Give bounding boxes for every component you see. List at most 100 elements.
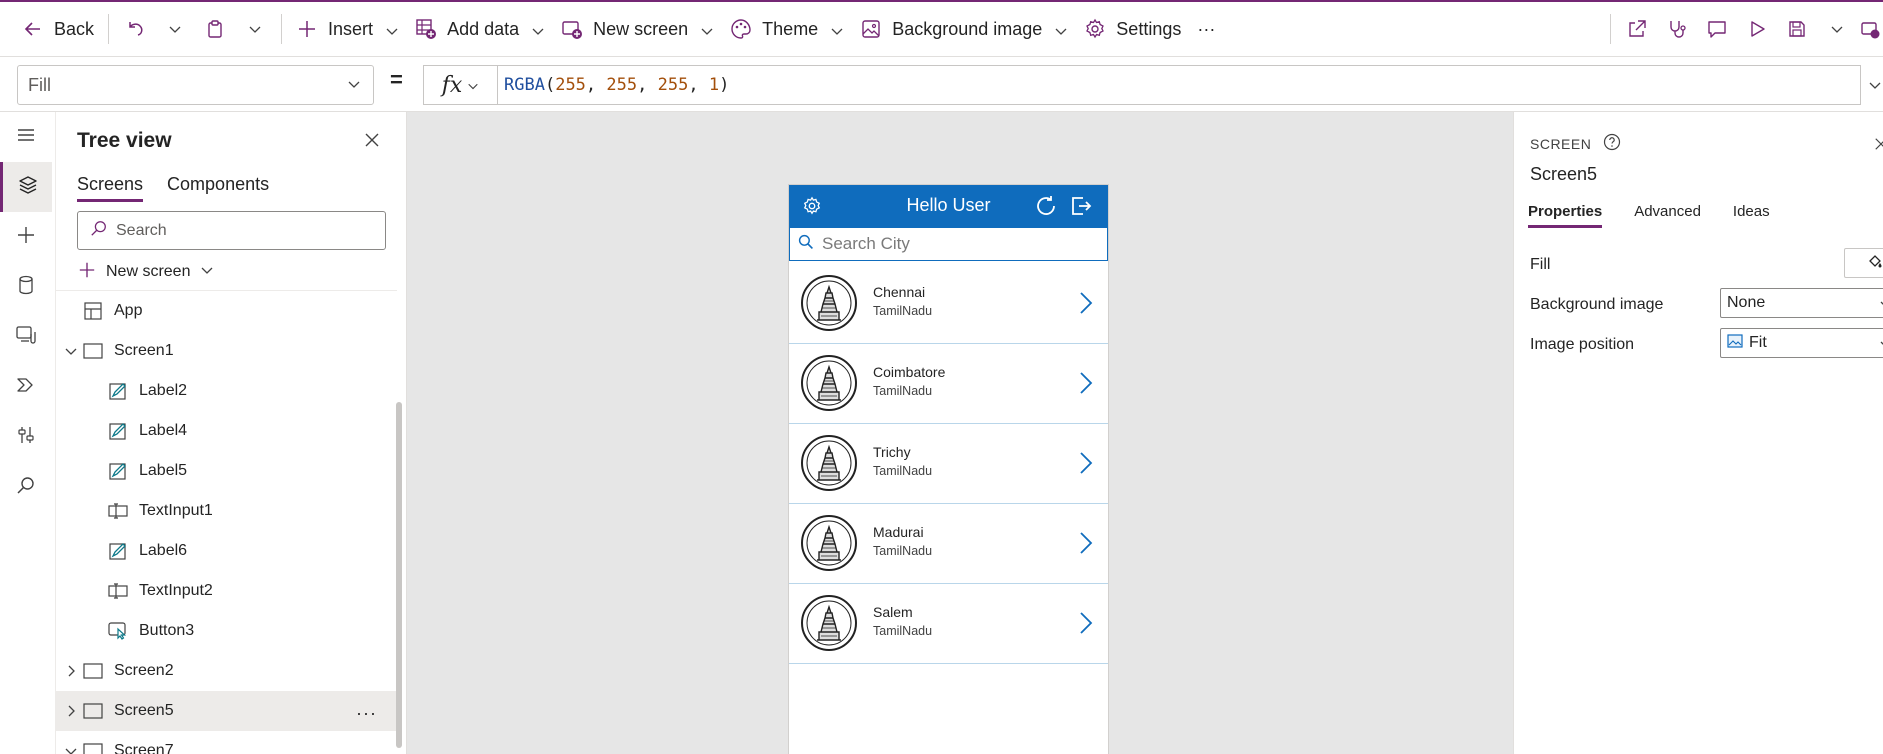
chevron-down-icon [531, 22, 545, 36]
control-name[interactable]: Screen5 [1530, 164, 1597, 185]
tree-search-input[interactable] [116, 221, 376, 240]
formula-input[interactable]: RGBA(255, 255, 255, 1) [497, 65, 1861, 105]
undo-button[interactable] [115, 9, 155, 49]
chevron-right-icon[interactable] [1079, 611, 1093, 640]
tab-screens[interactable]: Screens [77, 174, 144, 202]
gallery-item[interactable]: Coimbatore TamilNadu [789, 344, 1108, 424]
more-options-button[interactable]: ··· [356, 703, 377, 724]
chevron-right-icon[interactable] [1079, 451, 1093, 480]
chevron-right-icon[interactable] [1079, 291, 1093, 320]
tab-advanced[interactable]: Advanced [1634, 203, 1701, 228]
rail-insert[interactable] [0, 212, 52, 262]
tree-item-label6[interactable]: Label6 [56, 531, 397, 571]
formula-arg-g: 255 [606, 75, 638, 95]
gallery-item-title: Madurai [873, 524, 924, 540]
background-image-dropdown[interactable]: None [1720, 288, 1883, 318]
save-menu-button[interactable] [1817, 9, 1857, 49]
back-label: Back [54, 18, 95, 39]
button-icon [108, 621, 128, 641]
app-checker-button[interactable] [1657, 9, 1697, 49]
chevron-down-icon[interactable] [64, 344, 78, 358]
more-commands-button[interactable]: ··· [1189, 9, 1223, 49]
tree-item-label4[interactable]: Label4 [56, 411, 397, 451]
tree-item-textinput2[interactable]: TextInput2 [56, 571, 397, 611]
property-selector[interactable]: Fill [17, 65, 374, 105]
tree-item-screen5[interactable]: Screen5 ··· [56, 691, 397, 731]
tree-new-screen-button[interactable]: New screen [78, 257, 214, 287]
formula-sep: , [585, 75, 607, 95]
share-button[interactable] [1617, 9, 1657, 49]
tree-item-app[interactable]: App [56, 291, 397, 331]
gallery-item[interactable]: Madurai TamilNadu [789, 504, 1108, 584]
chevron-right-icon[interactable] [64, 664, 78, 678]
fill-color-picker[interactable] [1844, 248, 1883, 278]
insert-button[interactable]: Insert [288, 9, 407, 49]
tab-ideas[interactable]: Ideas [1733, 203, 1770, 228]
chevron-down-icon [248, 22, 262, 36]
gallery-item[interactable]: Chennai TamilNadu [789, 264, 1108, 344]
tree-view-title: Tree view [77, 129, 172, 152]
publish-button[interactable] [1857, 9, 1883, 49]
chevron-down-icon[interactable] [64, 744, 78, 754]
paste-menu-button[interactable] [235, 9, 275, 49]
back-button[interactable]: Back [14, 9, 102, 49]
rail-data[interactable] [0, 262, 52, 312]
gallery-item-title: Trichy [873, 444, 911, 460]
preview-button[interactable] [1737, 9, 1777, 49]
tree-item-screen2[interactable]: Screen2 [56, 651, 397, 691]
function-button[interactable]: fx [423, 65, 497, 105]
background-image-button[interactable]: Background image [852, 9, 1076, 49]
refresh-icon[interactable] [1034, 194, 1058, 223]
app-header-title: Hello User [906, 195, 991, 215]
tree-item-label2[interactable]: Label2 [56, 371, 397, 411]
close-properties-button[interactable] [1874, 136, 1883, 156]
tree-item-button3[interactable]: Button3 [56, 611, 397, 651]
undo-menu-button[interactable] [155, 9, 195, 49]
new-screen-button[interactable]: New screen [553, 9, 722, 49]
control-kind: SCREEN [1530, 133, 1621, 154]
tree-item-textinput1[interactable]: TextInput1 [56, 491, 397, 531]
left-rail [0, 112, 56, 754]
save-button[interactable] [1777, 9, 1817, 49]
tree-item-screen7[interactable]: Screen7 [56, 731, 397, 754]
expand-formula-button[interactable] [1868, 77, 1882, 97]
formula-paren: ( [544, 75, 556, 95]
gallery-item-subtitle: TamilNadu [873, 304, 933, 318]
close-icon [364, 133, 380, 152]
rail-search[interactable] [0, 462, 52, 512]
settings-button[interactable]: Settings [1076, 9, 1189, 49]
rail-tree-view[interactable] [0, 162, 52, 212]
app-screen-preview[interactable]: Hello User Chennai TamilNadu Coimbatore … [788, 184, 1109, 754]
text-input-icon [108, 581, 128, 601]
close-tree-view-button[interactable] [364, 132, 380, 153]
flow-icon [16, 375, 36, 400]
publish-icon [1860, 19, 1880, 39]
rail-power-automate[interactable] [0, 362, 52, 412]
tree-item-screen1[interactable]: Screen1 [56, 331, 397, 371]
rail-media[interactable] [0, 312, 52, 362]
paint-bucket-icon [1867, 253, 1883, 274]
tab-components[interactable]: Components [167, 174, 269, 202]
city-search-input[interactable] [822, 234, 1092, 254]
paste-button[interactable] [195, 9, 235, 49]
gallery-item[interactable]: Trichy TamilNadu [789, 424, 1108, 504]
comments-button[interactable] [1697, 9, 1737, 49]
gallery-item[interactable]: Salem TamilNadu [789, 584, 1108, 664]
theme-button[interactable]: Theme [722, 9, 852, 49]
city-search-box[interactable] [789, 227, 1108, 261]
chevron-right-icon[interactable] [64, 704, 78, 718]
add-data-button[interactable]: Add data [407, 9, 553, 49]
help-icon[interactable] [1603, 133, 1621, 154]
menu-button[interactable] [0, 112, 52, 162]
image-position-dropdown[interactable]: Fit [1720, 328, 1883, 358]
chevron-right-icon[interactable] [1079, 531, 1093, 560]
tree-item-label5[interactable]: Label5 [56, 451, 397, 491]
logout-icon[interactable] [1069, 194, 1093, 223]
tab-properties[interactable]: Properties [1528, 203, 1603, 228]
chevron-right-icon[interactable] [1079, 371, 1093, 400]
rail-advanced-tools[interactable] [0, 412, 52, 462]
tree-search-box[interactable] [77, 211, 386, 250]
property-value: Fill [28, 74, 51, 95]
label-icon [108, 541, 128, 561]
tree-scrollbar[interactable] [396, 402, 402, 748]
